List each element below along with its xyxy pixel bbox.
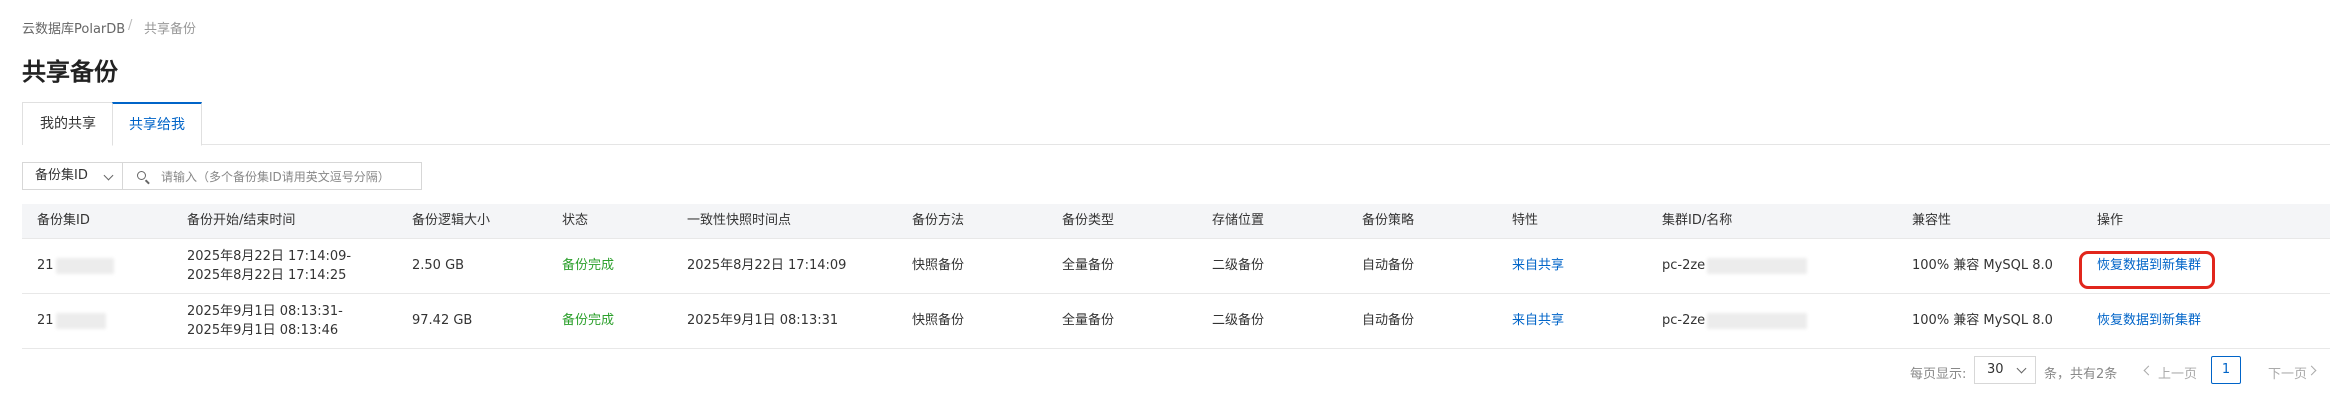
next-page-button[interactable]: 下一页 xyxy=(2268,363,2307,382)
page-1-button[interactable]: 1 xyxy=(2211,356,2241,384)
column-header-status: 状态 xyxy=(562,213,589,228)
filter-field-select[interactable]: 备份集ID xyxy=(22,162,122,190)
column-header-backup-id: 备份集ID xyxy=(37,213,90,228)
chevron-down-icon xyxy=(103,170,114,181)
page-size-select[interactable]: 30 xyxy=(1974,356,2036,384)
column-header-feature: 特性 xyxy=(1512,213,1539,228)
total-count-text: 条，共有2条 xyxy=(2044,367,2118,382)
column-header-location: 存储位置 xyxy=(1212,213,1265,228)
snapshot-time-cell: 2025年9月1日 08:13:31 xyxy=(687,313,839,328)
backup-method-cell: 快照备份 xyxy=(912,313,965,328)
backup-id-cell: 21 xyxy=(37,256,114,276)
column-header-time: 备份开始/结束时间 xyxy=(187,213,296,228)
feature-link[interactable]: 来自共享 xyxy=(1512,256,1564,276)
column-header-action: 操作 xyxy=(2097,213,2124,228)
backup-policy-cell: 自动备份 xyxy=(1362,258,1415,273)
cluster-id-cell: pc-2ze xyxy=(1662,311,1808,331)
tabs-divider xyxy=(22,144,2330,145)
column-header-method: 备份方法 xyxy=(912,213,965,228)
chevron-right-icon xyxy=(2306,365,2317,376)
chevron-left-icon xyxy=(2143,365,2154,376)
chevron-down-icon xyxy=(2016,363,2027,374)
snapshot-time-cell: 2025年8月22日 17:14:09 xyxy=(687,258,847,273)
column-header-policy: 备份策略 xyxy=(1362,213,1415,228)
backup-type-cell: 全量备份 xyxy=(1062,258,1115,273)
tab-shared-with-me[interactable]: 共享给我 xyxy=(112,102,202,146)
backup-time-cell: 2025年8月22日 17:14:09- 2025年8月22日 17:14:25 xyxy=(187,249,352,283)
backup-type-cell: 全量备份 xyxy=(1062,313,1115,328)
breadcrumb-current: 共享备份 xyxy=(144,22,197,37)
restore-to-new-cluster-link[interactable]: 恢复数据到新集群 xyxy=(2097,311,2201,331)
highlight-box xyxy=(2079,251,2215,289)
backup-policy-cell: 自动备份 xyxy=(1362,313,1415,328)
backup-id-cell: 21 xyxy=(37,311,106,331)
column-header-cluster: 集群ID/名称 xyxy=(1662,213,1733,228)
status-badge: 备份完成 xyxy=(562,313,615,328)
search-box xyxy=(122,162,422,190)
column-header-compat: 兼容性 xyxy=(1912,213,1952,228)
prev-page-button[interactable]: 上一页 xyxy=(2158,363,2197,382)
filter-field-value: 备份集ID xyxy=(35,168,88,183)
storage-location-cell: 二级备份 xyxy=(1212,313,1265,328)
per-page-label: 每页显示: xyxy=(1910,367,1967,382)
page-size-value: 30 xyxy=(1987,362,2004,377)
backup-size-cell: 97.42 GB xyxy=(412,313,473,328)
table-header: 备份集ID 备份开始/结束时间 备份逻辑大小 状态 一致性快照时间点 备份方法 … xyxy=(22,204,2330,239)
column-header-size: 备份逻辑大小 xyxy=(412,213,491,228)
breadcrumb-separator: / xyxy=(128,18,133,33)
breadcrumb-link-polardb[interactable]: 云数据库PolarDB xyxy=(22,18,125,37)
column-header-snapshot: 一致性快照时间点 xyxy=(687,213,792,228)
search-icon xyxy=(137,171,146,180)
backup-method-cell: 快照备份 xyxy=(912,258,965,273)
table-row: 21 2025年9月1日 08:13:31- 2025年9月1日 08:13:46… xyxy=(22,294,2330,349)
page-title: 共享备份 xyxy=(22,58,118,86)
compat-cell: 100% 兼容 MySQL 8.0 xyxy=(1912,258,2053,273)
breadcrumb: 云数据库PolarDB / 共享备份 xyxy=(0,0,400,40)
backup-size-cell: 2.50 GB xyxy=(412,258,465,273)
status-badge: 备份完成 xyxy=(562,258,615,273)
table-row: 21 2025年8月22日 17:14:09- 2025年8月22日 17:14:… xyxy=(22,239,2330,294)
compat-cell: 100% 兼容 MySQL 8.0 xyxy=(1912,313,2053,328)
storage-location-cell: 二级备份 xyxy=(1212,258,1265,273)
backup-time-cell: 2025年9月1日 08:13:31- 2025年9月1日 08:13:46 xyxy=(187,304,343,338)
search-input[interactable] xyxy=(159,167,418,187)
column-header-type: 备份类型 xyxy=(1062,213,1115,228)
feature-link[interactable]: 来自共享 xyxy=(1512,311,1564,331)
tab-my-shares[interactable]: 我的共享 xyxy=(22,102,113,145)
cluster-id-cell: pc-2ze xyxy=(1662,256,1808,276)
